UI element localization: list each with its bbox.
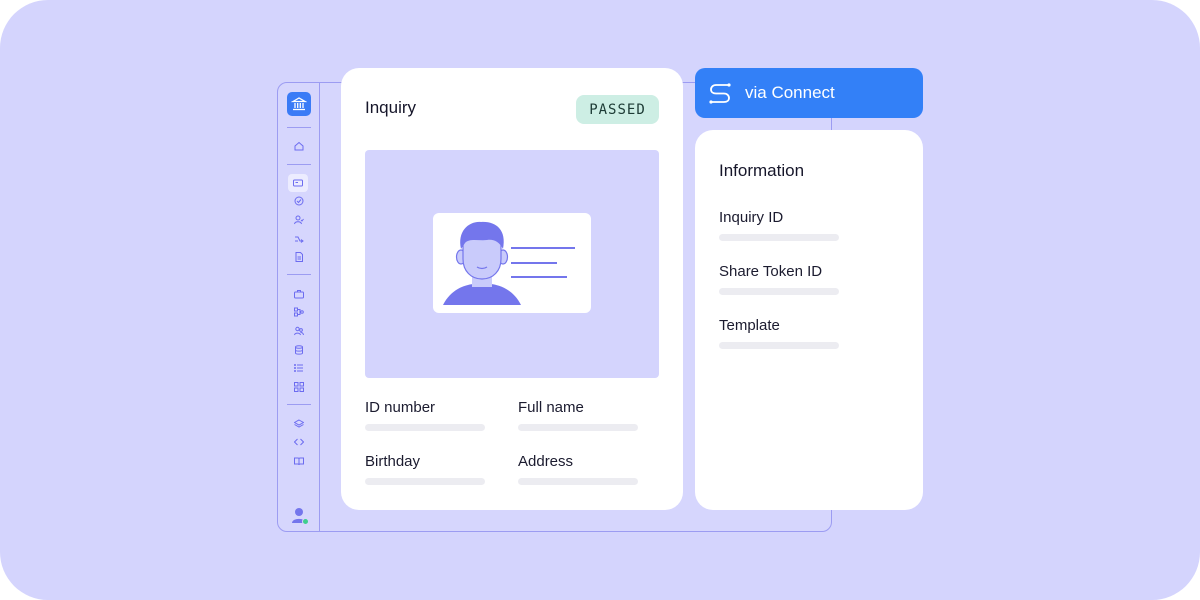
sidebar-divider bbox=[287, 274, 311, 275]
book-icon[interactable] bbox=[289, 454, 309, 468]
birthday-value-placeholder bbox=[365, 478, 485, 485]
canvas-background: Inquiry PASSED ID number Full name Birth… bbox=[0, 0, 1200, 600]
full-name-label: Full name bbox=[518, 399, 584, 416]
via-connect-label: via Connect bbox=[745, 83, 835, 102]
workflow-icon[interactable] bbox=[289, 232, 309, 246]
user-avatar-icon[interactable] bbox=[291, 507, 309, 525]
id-photo-avatar-icon bbox=[443, 221, 575, 305]
inquiry-id-value-placeholder bbox=[719, 234, 839, 241]
full-name-value-placeholder bbox=[518, 424, 638, 431]
database-icon[interactable] bbox=[289, 343, 309, 357]
list-icon[interactable] bbox=[289, 361, 309, 375]
template-label: Template bbox=[719, 317, 780, 334]
id-number-value-placeholder bbox=[365, 424, 485, 431]
information-card: Information Inquiry ID Share Token ID Te… bbox=[695, 130, 923, 510]
sidebar-divider bbox=[287, 164, 311, 165]
sidebar bbox=[278, 83, 320, 531]
briefcase-icon[interactable] bbox=[289, 287, 309, 301]
address-value-placeholder bbox=[518, 478, 638, 485]
connect-icon bbox=[709, 83, 731, 104]
id-card-icon[interactable] bbox=[288, 174, 308, 192]
inquiry-id-label: Inquiry ID bbox=[719, 209, 784, 226]
information-title: Information bbox=[719, 161, 805, 180]
bank-icon[interactable] bbox=[287, 92, 311, 116]
birthday-label: Birthday bbox=[365, 453, 421, 470]
check-circle-icon[interactable] bbox=[289, 194, 309, 208]
id-number-label: ID number bbox=[365, 399, 436, 416]
status-badge: PASSED bbox=[576, 95, 659, 124]
layers-icon[interactable] bbox=[289, 417, 309, 431]
share-token-id-value-placeholder bbox=[719, 288, 839, 295]
sidebar-divider bbox=[287, 404, 311, 405]
address-label: Address bbox=[518, 453, 574, 470]
inquiry-title: Inquiry bbox=[365, 98, 417, 117]
grid-icon[interactable] bbox=[289, 380, 309, 394]
inquiry-card: Inquiry PASSED ID number Full name Birth… bbox=[341, 68, 683, 510]
user-check-icon[interactable] bbox=[289, 213, 309, 227]
code-icon[interactable] bbox=[289, 435, 309, 449]
id-document-preview[interactable] bbox=[365, 150, 659, 378]
home-icon[interactable] bbox=[289, 139, 309, 153]
share-token-id-label: Share Token ID bbox=[719, 263, 823, 280]
sidebar-divider bbox=[287, 127, 311, 128]
via-connect-button[interactable]: via Connect bbox=[695, 68, 923, 118]
id-card bbox=[433, 213, 591, 313]
users-icon[interactable] bbox=[289, 324, 309, 338]
flow-icon[interactable] bbox=[289, 305, 309, 319]
document-icon[interactable] bbox=[289, 250, 309, 264]
template-value-placeholder bbox=[719, 342, 839, 349]
